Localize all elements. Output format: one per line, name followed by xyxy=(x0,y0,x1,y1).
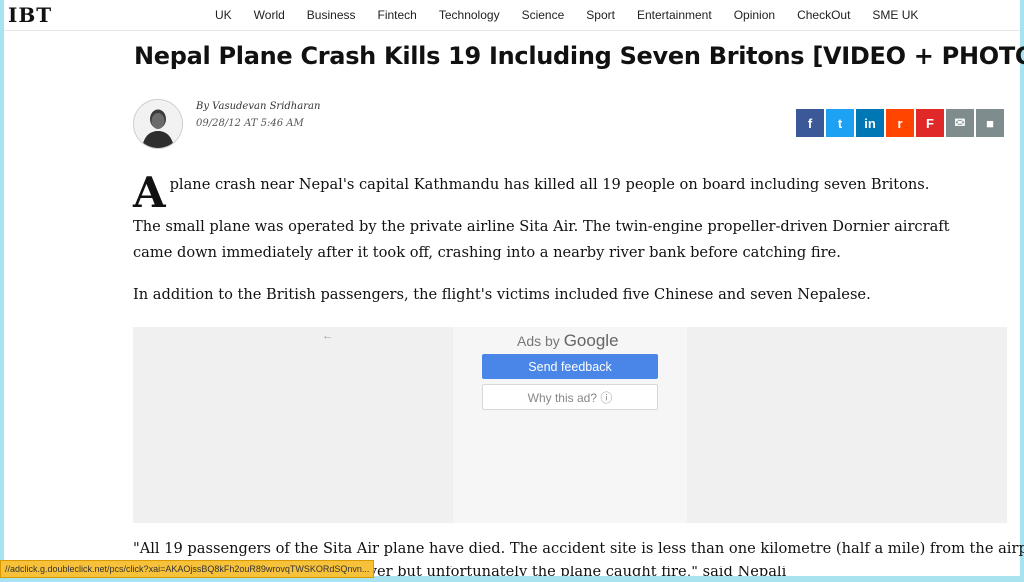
linkedin-share-button[interactable]: in xyxy=(856,109,884,137)
nav-item-checkout[interactable]: CheckOut xyxy=(786,8,861,22)
nav-item-uk[interactable]: UK xyxy=(204,8,243,22)
twitter-share-button[interactable]: t xyxy=(826,109,854,137)
author-avatar[interactable] xyxy=(133,99,183,149)
nav-item-sport[interactable]: Sport xyxy=(575,8,626,22)
window-frame-right xyxy=(1020,0,1024,582)
flipboard-icon: F xyxy=(926,115,934,131)
flipboard-share-button[interactable]: F xyxy=(916,109,944,137)
drop-cap: A xyxy=(133,168,166,217)
site-logo[interactable]: IBT xyxy=(8,3,52,27)
email-share-button[interactable]: ✉ xyxy=(946,109,974,137)
article-date: 09/28/12 AT 5:46 AM xyxy=(196,118,304,129)
twitter-icon: t xyxy=(837,115,843,131)
article-quote-line-1: "All 19 passengers of the Sita Air plane… xyxy=(133,540,1024,557)
article-headline: Nepal Plane Crash Kills 19 Including Sev… xyxy=(134,42,1024,70)
nav-item-science[interactable]: Science xyxy=(511,8,576,22)
article-paragraph-1: Aplane crash near Nepal's capital Kathma… xyxy=(133,168,930,217)
linkedin-icon: in xyxy=(864,115,876,131)
google-wordmark: Google xyxy=(563,331,619,350)
share-buttons: f t in r F ✉ ■ xyxy=(796,109,1004,137)
send-feedback-button[interactable]: Send feedback xyxy=(482,354,658,379)
reddit-icon: r xyxy=(897,115,903,131)
nav-item-world[interactable]: World xyxy=(243,8,296,22)
facebook-share-button[interactable]: f xyxy=(796,109,824,137)
nav-item-sme-uk[interactable]: SME UK xyxy=(861,8,929,22)
top-navigation-bar: IBT UK World Business Fintech Technology… xyxy=(4,0,1020,31)
article-byline[interactable]: By Vasudevan Sridharan xyxy=(196,101,320,112)
status-bar-url: //adclick.g.doubleclick.net/pcs/click?xa… xyxy=(0,560,375,578)
facebook-icon: f xyxy=(807,115,813,131)
nav-item-fintech[interactable]: Fintech xyxy=(367,8,428,22)
nav-item-business[interactable]: Business xyxy=(296,8,367,22)
nav-item-entertainment[interactable]: Entertainment xyxy=(626,8,723,22)
article-body: Aplane crash near Nepal's capital Kathma… xyxy=(133,172,993,308)
nav-item-technology[interactable]: Technology xyxy=(428,8,511,22)
article-paragraph-3: In addition to the British passengers, t… xyxy=(133,286,871,303)
reddit-share-button[interactable]: r xyxy=(886,109,914,137)
ads-by-google-label: Ads by Google xyxy=(517,331,619,350)
comment-icon: ■ xyxy=(986,115,994,131)
ad-back-icon[interactable]: ← xyxy=(322,330,333,342)
window-frame-left xyxy=(0,0,4,582)
nav-item-opinion[interactable]: Opinion xyxy=(723,8,786,22)
email-icon: ✉ xyxy=(954,115,966,130)
comment-share-button[interactable]: ■ xyxy=(976,109,1004,137)
article-paragraph-2: The small plane was operated by the priv… xyxy=(133,218,950,261)
why-this-ad-button[interactable]: Why this ad? ⓘ xyxy=(482,384,658,410)
main-nav: UK World Business Fintech Technology Sci… xyxy=(204,8,929,22)
